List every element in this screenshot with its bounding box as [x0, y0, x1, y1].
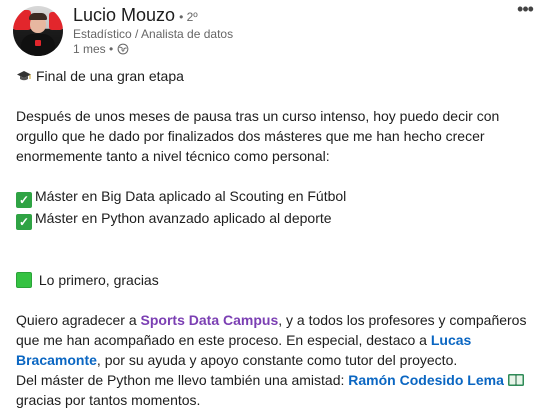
author-name[interactable]: Lucio Mouzo [73, 5, 175, 25]
book-icon [507, 374, 524, 386]
text-span: , por su ayuda y apoyo constante como tu… [96, 352, 458, 368]
post-paragraph-3: Quiero agradecer a Sports Data Campus, y… [16, 310, 536, 370]
post-paragraph-1: Después de unos meses de pausa tras un c… [16, 108, 500, 164]
list-item-text: Máster en Big Data aplicado al Scouting … [35, 188, 347, 204]
more-options-button[interactable]: ••• [513, 0, 537, 22]
graduation-cap-icon [17, 71, 31, 81]
avatar[interactable] [13, 6, 63, 56]
author-name-row[interactable]: Lucio Mouzo • 2º [73, 5, 198, 26]
post-paragraph-5: gracias por tantos momentos. [16, 392, 201, 408]
text-span: Del máster de Python me llevo también un… [16, 372, 349, 388]
post-time: 1 mes • [73, 42, 129, 56]
author-headline: Estadístico / Analista de datos [73, 27, 234, 41]
list-item-text: Máster en Python avanzado aplicado al de… [35, 210, 332, 226]
post-body: Final de una gran etapa Después de unos … [16, 66, 536, 410]
post-title: Final de una gran etapa [36, 68, 184, 84]
post-title-line: Final de una gran etapa [16, 66, 536, 86]
check-mark-icon: ✓ [16, 192, 32, 208]
post-time-text: 1 mes • [73, 42, 114, 56]
mention-ramon-codesido-lema[interactable]: Ramón Codesido Lema [348, 372, 504, 388]
post-header: Lucio Mouzo • 2º Estadístico / Analista d… [0, 0, 543, 62]
thanks-text: Lo primero, gracias [38, 272, 159, 288]
post-paragraph-4: Del máster de Python me llevo también un… [16, 370, 536, 390]
list-item: ✓ Máster en Python avanzado aplicado al d… [16, 208, 536, 230]
connection-degree: • 2º [179, 10, 198, 24]
mention-sports-data-campus[interactable]: Sports Data Campus [141, 312, 279, 328]
text-span: Quiero agradecer a [16, 312, 141, 328]
globe-icon [117, 43, 129, 55]
check-mark-icon: ✓ [16, 214, 32, 230]
thanks-line: Lo primero, gracias [16, 270, 536, 290]
green-square-icon [16, 272, 32, 288]
list-item: ✓ Máster en Big Data aplicado al Scouting… [16, 186, 536, 208]
